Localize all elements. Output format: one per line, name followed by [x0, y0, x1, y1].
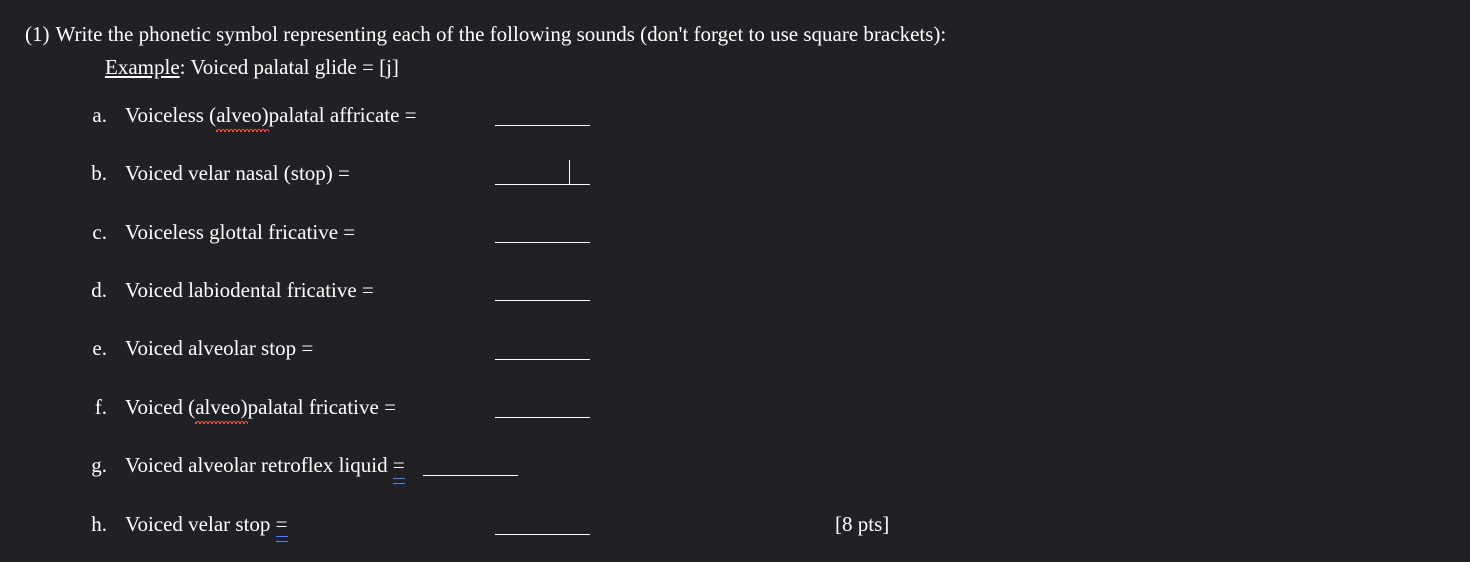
item-text-e: Voiced alveolar stop =	[125, 334, 313, 363]
item-b: b. Voiced velar nasal (stop) =	[25, 159, 1445, 188]
item-text-h: Voiced velar stop =	[125, 510, 288, 539]
points-label: [8 pts]	[835, 510, 889, 539]
item-f: f. Voiced (alveo)palatal fricative =	[25, 393, 1445, 422]
answer-blank-a[interactable]	[495, 106, 590, 126]
answer-blank-e[interactable]	[495, 340, 590, 360]
item-letter-e: e.	[77, 334, 107, 363]
question-header: (1) Write the phonetic symbol representi…	[25, 20, 1445, 49]
answer-blank-h[interactable]	[495, 515, 590, 535]
item-text-d: Voiced labiodental fricative =	[125, 276, 374, 305]
grammar-underline: =	[276, 510, 288, 539]
item-text-f: Voiced (alveo)palatal fricative =	[125, 393, 396, 422]
example-text: : Voiced palatal glide = [j]	[180, 55, 399, 79]
item-text-b: Voiced velar nasal (stop) =	[125, 159, 350, 188]
item-text-a: Voiceless (alveo)palatal affricate =	[125, 101, 417, 130]
answer-blank-f[interactable]	[495, 398, 590, 418]
question-number: (1)	[25, 20, 50, 49]
item-e: e. Voiced alveolar stop =	[25, 334, 1445, 363]
item-letter-a: a.	[77, 101, 107, 130]
item-g: g. Voiced alveolar retroflex liquid =	[25, 451, 1445, 480]
item-d: d. Voiced labiodental fricative =	[25, 276, 1445, 305]
item-letter-h: h.	[77, 510, 107, 539]
item-text-g: Voiced alveolar retroflex liquid =	[125, 451, 405, 480]
answer-blank-d[interactable]	[495, 281, 590, 301]
example-row: Example: Voiced palatal glide = [j]	[105, 53, 1445, 82]
spellcheck-underline: alveo)	[195, 393, 247, 422]
item-a: a. Voiceless (alveo)palatal affricate =	[25, 101, 1445, 130]
item-c: c. Voiceless glottal fricative =	[25, 218, 1445, 247]
item-letter-g: g.	[77, 451, 107, 480]
item-letter-f: f.	[77, 393, 107, 422]
grammar-underline: =	[393, 451, 405, 480]
answer-blank-g[interactable]	[423, 456, 518, 476]
item-text-c: Voiceless glottal fricative =	[125, 218, 355, 247]
answer-blank-c[interactable]	[495, 223, 590, 243]
answer-blank-b[interactable]	[495, 165, 590, 185]
item-letter-b: b.	[77, 159, 107, 188]
item-letter-c: c.	[77, 218, 107, 247]
example-label: Example	[105, 55, 180, 79]
question-text: Write the phonetic symbol representing e…	[56, 20, 947, 49]
item-h: h. Voiced velar stop = [8 pts]	[25, 510, 1445, 539]
item-letter-d: d.	[77, 276, 107, 305]
spellcheck-underline: alveo)	[216, 101, 268, 130]
